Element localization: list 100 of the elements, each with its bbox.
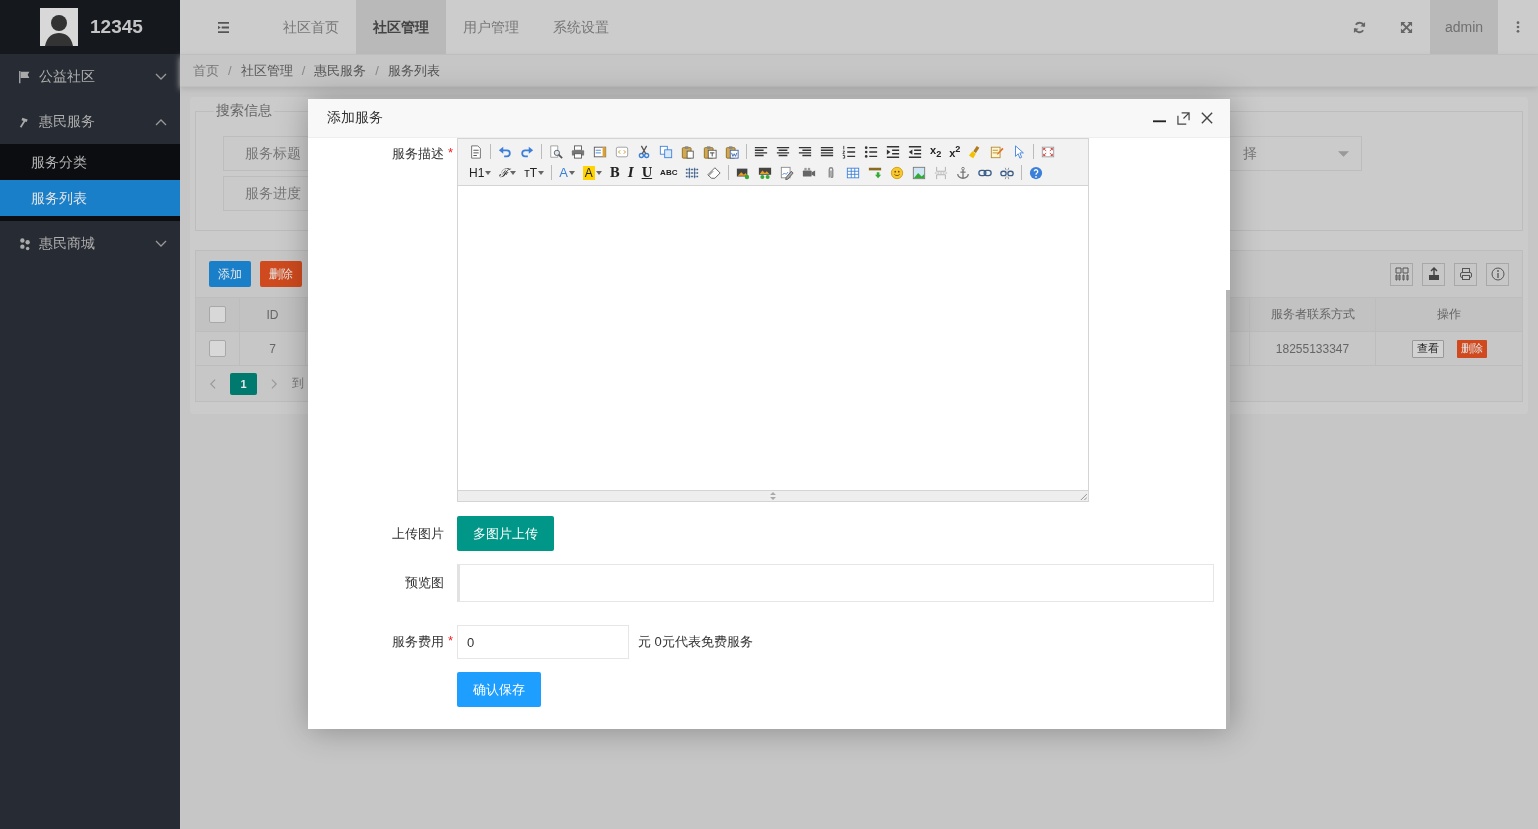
breadcrumb-link[interactable]: 社区管理 [240,61,293,80]
clipboard-icon[interactable] [681,144,695,159]
info-button[interactable] [1486,262,1509,286]
required-mark: * [446,145,455,162]
clipboard-text-icon[interactable] [703,144,717,159]
resize-corner-icon[interactable] [1080,493,1087,500]
table-cell: 7 [240,332,306,365]
landscape-icon[interactable] [912,165,927,180]
printer-icon[interactable] [571,144,585,159]
print-button[interactable] [1454,262,1477,286]
underline-button[interactable]: U [637,163,657,182]
field-hint: 元 0元代表免费服务 [638,633,753,651]
page-icon[interactable] [469,144,483,159]
justify-icon[interactable] [820,144,834,159]
numbered-list-icon[interactable] [842,144,856,159]
scrawl-icon[interactable] [780,165,795,180]
menu-item[interactable]: 惠民商城 [0,221,180,266]
fee-input[interactable]: 0 [457,625,629,659]
field-label: 服务费用 [392,633,444,651]
cursor-icon[interactable] [1012,144,1027,159]
grid-icon [1394,267,1409,281]
redo-icon[interactable] [520,144,534,159]
checkbox[interactable] [209,340,226,357]
scrollbar-thumb[interactable] [1226,290,1230,729]
broken-link-icon[interactable] [1000,165,1015,180]
video-camera-icon[interactable] [802,165,817,180]
nav-tab[interactable]: 社区首页 [266,0,356,54]
column-header: ID [240,298,306,331]
dotted-lines-icon[interactable] [685,165,700,180]
more-icon[interactable] [1516,21,1520,33]
toolbar-button[interactable]: 添加 [209,261,251,287]
fieldset-legend: 搜索信息 [214,102,274,120]
save-button[interactable]: 确认保存 [457,672,541,707]
row-action-button[interactable]: 删除 [1456,339,1487,358]
rich-text-editor[interactable]: x$_{2}$ x$^{2}$ H1 ℱ ᴛT A A B I U ABC [457,138,1089,502]
indent-icon[interactable] [886,144,900,159]
heading-button[interactable]: H1 [465,163,496,182]
table-icon[interactable] [846,165,861,180]
table-cell: 18255133347 [1250,332,1376,365]
fullscreen-icon[interactable] [1041,144,1056,159]
nav-tab[interactable]: 社区管理 [356,0,446,54]
font-size-button[interactable]: ᴛT [520,163,549,182]
menu-icon[interactable] [216,21,230,33]
menu-item[interactable]: 公益社区 [0,54,180,99]
scissors-icon[interactable] [637,144,651,159]
menu-item[interactable]: 惠民服务 [0,99,180,144]
toolbar-button[interactable]: 删除 [260,261,302,287]
breadcrumb-link[interactable]: 惠民服务 [314,61,367,80]
submenu-item[interactable]: 服务列表 [0,180,180,216]
highlight-button[interactable]: A [578,163,606,182]
breadcrumb-link[interactable]: 服务列表 [387,61,440,80]
info-icon [1490,267,1505,281]
row-action-button[interactable]: 查看 [1411,339,1444,358]
field-label: 预览图 [405,574,444,592]
caret-icon [510,170,517,175]
images-icon[interactable] [758,165,773,180]
bold-button[interactable]: B [605,163,624,182]
upload-button[interactable]: 多图片上传 [457,516,554,551]
align-center-icon[interactable] [776,144,790,159]
columns-button[interactable] [1390,262,1413,286]
outdent-icon[interactable] [908,144,922,159]
caret-icon [568,170,575,175]
breadcrumb-link[interactable]: 首页 [193,61,219,80]
fullscreen-icon[interactable] [1400,20,1413,34]
upload-tray-icon [1426,267,1441,281]
maximize-icon[interactable] [1177,111,1190,125]
submenu-item[interactable]: 服务分类 [0,144,180,180]
close-icon[interactable] [1201,112,1213,124]
font-color-button[interactable]: A [555,163,579,182]
copy-icon[interactable] [659,144,673,159]
export-button[interactable] [1422,262,1445,286]
smiley-icon[interactable] [890,165,905,180]
strikethrough-button[interactable]: ABC [656,163,682,182]
refresh-icon[interactable] [1353,20,1366,34]
resize-grip-icon[interactable] [768,492,778,500]
nav-tab[interactable]: 系统设置 [536,0,626,54]
clipboard-page-icon[interactable] [725,144,739,159]
font-family-button[interactable]: ℱ [495,163,521,182]
user-menu[interactable]: admin [1430,0,1498,54]
eraser-icon[interactable] [707,165,722,180]
anchor-icon[interactable] [956,165,971,180]
italic-button[interactable]: I [624,163,638,182]
checkbox[interactable] [209,306,226,323]
code-page-icon[interactable] [615,144,629,159]
page-pencil-icon[interactable] [990,144,1005,159]
page-magnifier-icon[interactable] [549,144,563,159]
insert-row-icon[interactable] [868,165,883,180]
breadcrumb-separator: / [228,63,232,78]
page-button[interactable]: 1 [230,372,257,395]
avatar-icon [40,8,78,46]
bullet-list-icon[interactable] [864,144,878,159]
align-right-icon[interactable] [798,144,812,159]
nav-tab[interactable]: 用户管理 [446,0,536,54]
align-left-icon[interactable] [754,144,768,159]
help-icon[interactable] [1029,165,1044,180]
subscript-button[interactable]: x$_{2}$ [926,142,946,161]
caret-icon [485,170,492,175]
undo-icon[interactable] [498,144,512,159]
superscript-button[interactable]: x$^{2}$ [945,142,965,161]
template-icon[interactable] [593,144,607,159]
